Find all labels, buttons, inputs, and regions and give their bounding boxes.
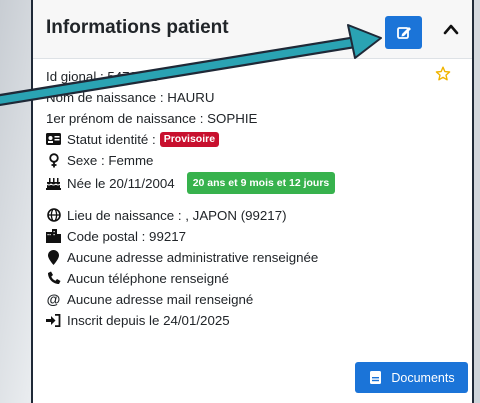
id-card-icon bbox=[46, 132, 61, 147]
address-row: Aucune adresse administrative renseignée bbox=[46, 247, 318, 267]
card-title: Informations patient bbox=[46, 17, 229, 38]
postal-code-row: Code postal : 99217 bbox=[46, 226, 186, 246]
sign-in-icon bbox=[46, 313, 61, 328]
birthday-cake-icon bbox=[46, 176, 61, 191]
chevron-up-icon bbox=[443, 24, 459, 35]
regional-id-text: Id gional : 5479685 bbox=[46, 68, 160, 84]
first-name-text: 1er prénom de naissance : SOPHIE bbox=[46, 110, 258, 126]
collapse-button[interactable] bbox=[438, 16, 464, 42]
document-icon bbox=[368, 370, 383, 385]
birth-date-row: Née le 20/11/2004 20 ans et 9 mois et 12… bbox=[46, 171, 336, 195]
postal-code-text: Code postal : 99217 bbox=[67, 228, 187, 244]
city-icon bbox=[46, 229, 61, 244]
address-text: Aucune adresse administrative renseignée bbox=[67, 249, 319, 265]
patient-info-card: Informations patient Id gional : 5479685… bbox=[31, 0, 474, 403]
identity-status-row: Statut identité : Provisoire bbox=[46, 129, 220, 149]
venus-icon bbox=[46, 152, 61, 168]
sex-text: Sexe : Femme bbox=[67, 152, 154, 168]
at-sign-icon: @ bbox=[46, 291, 61, 307]
edit-icon bbox=[397, 27, 411, 39]
card-body: Id gional : 5479685 Nom de naissance : H… bbox=[33, 58, 472, 358]
birth-name-text: Nom de naissance : HAURU bbox=[46, 89, 215, 105]
age-badge: 20 ans et 9 mois et 12 jours bbox=[186, 172, 336, 194]
regional-id-row: Id gional : 5479685 bbox=[46, 66, 159, 86]
birthplace-row: Lieu de naissance : , JAPON (99217) bbox=[46, 205, 287, 225]
birthplace-text: Lieu de naissance : , JAPON (99217) bbox=[67, 207, 287, 223]
globe-icon bbox=[46, 208, 61, 223]
phone-text: Aucun téléphone renseigné bbox=[67, 270, 229, 286]
favorite-star-icon[interactable] bbox=[435, 66, 451, 82]
documents-button[interactable]: Documents bbox=[355, 362, 468, 393]
birth-date-text: Née le 20/11/2004 bbox=[67, 175, 175, 191]
edit-button[interactable] bbox=[385, 16, 422, 49]
sex-row: Sexe : Femme bbox=[46, 150, 153, 170]
registered-row: Inscrit depuis le 24/01/2025 bbox=[46, 310, 230, 330]
documents-label: Documents bbox=[391, 370, 455, 385]
identity-status-label: Statut identité : bbox=[67, 131, 156, 147]
registered-text: Inscrit depuis le 24/01/2025 bbox=[67, 312, 230, 328]
phone-icon bbox=[46, 271, 61, 286]
first-name-row: 1er prénom de naissance : SOPHIE bbox=[46, 108, 257, 128]
map-pin-icon bbox=[46, 249, 61, 265]
card-header: Informations patient bbox=[33, 0, 472, 59]
email-text: Aucune adresse mail renseigné bbox=[67, 291, 254, 307]
identity-status-badge: Provisoire bbox=[159, 131, 220, 147]
birth-name-row: Nom de naissance : HAURU bbox=[46, 87, 215, 107]
email-row: @ Aucune adresse mail renseigné bbox=[46, 289, 254, 309]
phone-row: Aucun téléphone renseigné bbox=[46, 268, 229, 288]
